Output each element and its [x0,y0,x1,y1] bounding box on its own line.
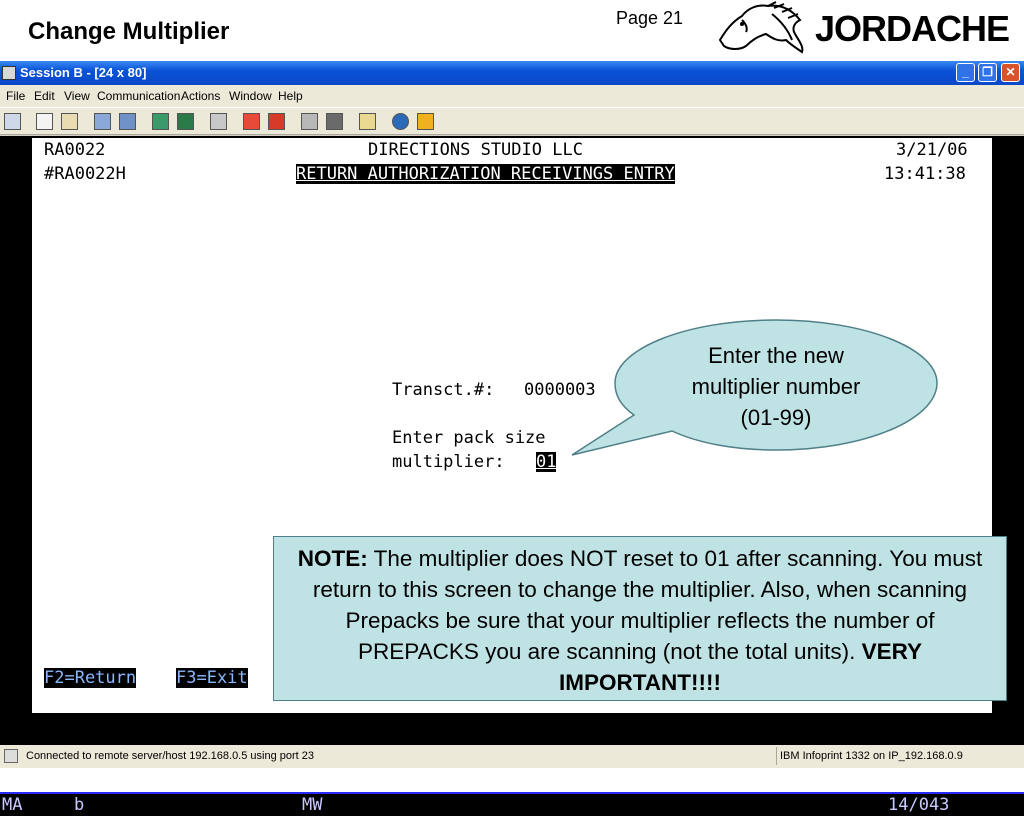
cursor-position: 14/043 [888,795,950,815]
receive-icon[interactable] [119,113,136,130]
status-indicator: b [74,795,85,815]
screen-id: #RA0022H [44,164,126,184]
window-title: Session B - [24 x 80] [20,65,147,80]
screen-title: RETURN AUTHORIZATION RECEIVINGS ENTRY [296,164,675,184]
keypad-icon[interactable] [177,113,194,130]
session-icon[interactable] [2,66,16,80]
menu-actions[interactable]: Actions [181,89,220,103]
close-button[interactable]: ✕ [1001,63,1020,82]
company-name: DIRECTIONS STUDIO LLC [368,140,583,160]
screen-time: 13:41:38 [884,164,966,184]
edit-icon[interactable] [417,113,434,130]
restore-button[interactable]: ❐ [978,63,997,82]
connection-icon [4,749,18,763]
multiplier-label: multiplier: [392,452,505,472]
copy-icon[interactable] [36,113,53,130]
transfer-icon[interactable] [326,113,343,130]
program-id: RA0022 [44,140,106,160]
status-mode: MA [2,795,23,815]
menu-edit[interactable]: Edit [34,89,55,103]
status-mw: MW [302,795,323,815]
callout-line: Enter the new [708,343,844,368]
minimize-button[interactable]: _ [956,63,975,82]
menu-bar: File Edit View Communication Actions Win… [0,85,1024,107]
send-icon[interactable] [94,113,111,130]
callout-text: Enter the new multiplier number (01-99) [640,340,912,433]
f2-return-key[interactable]: F2=Return [44,668,137,688]
clipboard-icon[interactable] [359,113,376,130]
pack-size-label: Enter pack size [392,428,546,448]
screen-icon[interactable] [4,113,21,130]
transct-label: Transct.#: [392,380,495,400]
screen-date: 3/21/06 [896,140,968,160]
transct-value: 0000003 [524,380,596,400]
callout-line: (01-99) [740,405,812,430]
note-box: NOTE: The multiplier does NOT reset to 0… [273,536,1007,701]
callout-line: multiplier number [691,374,861,399]
note-label: NOTE: [297,546,368,571]
toolbar [0,107,1024,135]
menu-communication[interactable]: Communication [97,89,180,103]
operator-info-area: MA b MW 14/043 [0,792,1024,816]
f3-exit-key[interactable]: F3=Exit [176,668,248,688]
multiplier-input[interactable]: 01 [536,452,557,472]
paste-icon[interactable] [61,113,78,130]
menu-window[interactable]: Window [229,89,272,103]
menu-view[interactable]: View [64,89,90,103]
logo-text: JORDACHE [815,8,1010,49]
page-number: Page 21 [616,8,684,28]
stop-icon[interactable] [268,113,285,130]
menu-help[interactable]: Help [278,89,303,103]
printer-status: IBM Infoprint 1332 on IP_192.168.0.9 [780,750,963,762]
status-separator [776,747,777,765]
record-icon[interactable] [243,113,260,130]
slide-title: Change Multiplier [28,18,230,45]
title-bar[interactable]: Session B - [24 x 80] _ ❐ ✕ [0,61,1024,85]
menu-file[interactable]: File [6,89,25,103]
print-icon[interactable] [210,113,227,130]
macro-icon[interactable] [152,113,169,130]
globe-icon[interactable] [392,113,409,130]
connection-status: Connected to remote server/host 192.168.… [26,750,315,762]
status-bar: Connected to remote server/host 192.168.… [0,745,1024,768]
play-icon[interactable] [301,113,318,130]
note-text: NOTE: The multiplier does NOT reset to 0… [284,543,996,698]
